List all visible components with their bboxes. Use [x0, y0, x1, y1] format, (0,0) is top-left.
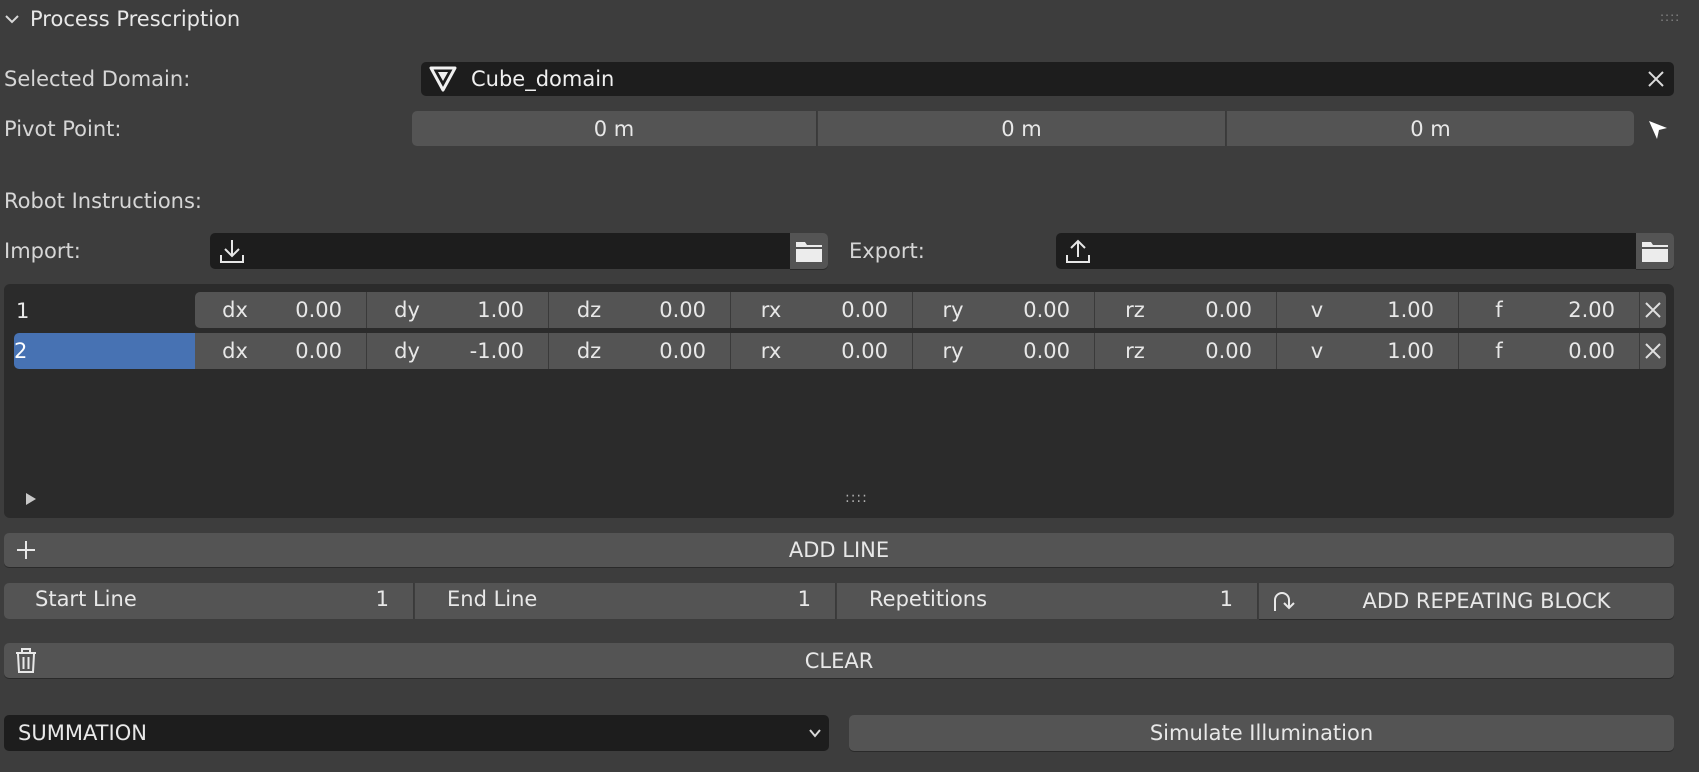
column-label: dy [394, 339, 420, 363]
cursor-arrow-icon[interactable] [1646, 118, 1670, 142]
panel-header[interactable]: Process Prescription :::: [0, 2, 1699, 36]
column-label: dz [576, 339, 602, 363]
column-label: dz [576, 298, 602, 322]
add-repeating-block-button[interactable]: ADD REPEATING BLOCK [1259, 583, 1674, 619]
drag-handle-icon[interactable]: :::: [1660, 10, 1680, 24]
repetitions-label: Repetitions [869, 587, 988, 611]
end-line-field[interactable]: End Line 1 [415, 583, 836, 619]
cell-rz[interactable]: rz 0.00 [1095, 292, 1277, 328]
add-repeating-block-label: ADD REPEATING BLOCK [1362, 589, 1611, 613]
list-resize-grip[interactable]: :::: [845, 490, 868, 506]
loop-arrow-icon [1274, 592, 1295, 611]
add-line-button[interactable]: ADD LINE [4, 533, 1674, 567]
mode-value: SUMMATION [18, 721, 147, 745]
pivot-point-label: Pivot Point: [4, 117, 122, 141]
column-label: rx [760, 339, 782, 363]
remove-row-button[interactable] [1640, 333, 1666, 369]
clear-button[interactable]: CLEAR [4, 643, 1674, 678]
pivot-y-field[interactable]: 0 m [818, 111, 1226, 146]
cell-v[interactable]: v 1.00 [1277, 292, 1459, 328]
close-icon [1645, 302, 1661, 318]
robot-instructions-label: Robot Instructions: [4, 189, 202, 213]
cell-dx[interactable]: dx 0.00 [195, 292, 367, 328]
row-index-selected[interactable]: 2 [14, 333, 195, 369]
column-label: ry [942, 339, 964, 363]
row-index: 2 [14, 339, 28, 363]
remove-row-button[interactable] [1640, 292, 1666, 328]
table-row[interactable]: dx 0.00 dy 1.00 dz 0.00 rx 0.00 ry 0.00 rz 0.0… [195, 292, 1666, 328]
download-icon [220, 240, 244, 263]
column-label: rz [1125, 298, 1145, 322]
pivot-z-field[interactable]: 0 m [1227, 111, 1634, 146]
play-icon[interactable] [24, 492, 38, 506]
column-label: dx [222, 298, 248, 322]
pivot-x-field[interactable]: 0 m [412, 111, 817, 146]
cell-dz[interactable]: dz 0.00 [549, 333, 731, 369]
selected-domain-label: Selected Domain: [4, 67, 191, 91]
export-path-field[interactable] [1056, 233, 1636, 269]
clear-label: CLEAR [804, 648, 874, 673]
export-label: Export: [849, 239, 925, 263]
cell-ry[interactable]: ry 0.00 [913, 333, 1095, 369]
add-line-label: ADD LINE [788, 538, 890, 562]
folder-icon [1642, 242, 1668, 262]
cell-v[interactable]: v 1.00 [1277, 333, 1459, 369]
cell-dy[interactable]: dy 1.00 [367, 292, 549, 328]
start-line-field[interactable]: Start Line 1 [4, 583, 414, 619]
simulate-illumination-button[interactable]: Simulate Illumination [849, 715, 1674, 751]
mesh-triangle-icon [429, 66, 457, 92]
column-label: v [1310, 339, 1324, 363]
row-index[interactable]: 1 [16, 296, 29, 326]
start-line-label: Start Line [35, 587, 137, 611]
export-folder-button[interactable] [1636, 233, 1674, 269]
cell-ry[interactable]: ry 0.00 [913, 292, 1095, 328]
repetitions-value: 1 [1219, 587, 1233, 611]
close-icon [1645, 343, 1661, 359]
table-row[interactable]: dx 0.00 dy -1.00 dz 0.00 rx 0.00 ry 0.00 rz 0.… [195, 333, 1666, 369]
domain-value: Cube_domain [471, 67, 615, 91]
cell-rz[interactable]: rz 0.00 [1095, 333, 1277, 369]
column-label: dy [394, 298, 420, 322]
repetitions-field[interactable]: Repetitions 1 [837, 583, 1258, 619]
column-label: f [1495, 298, 1503, 322]
cell-dz[interactable]: dz 0.00 [549, 292, 731, 328]
folder-icon [796, 242, 822, 262]
end-line-value: 1 [797, 587, 811, 611]
import-label: Import: [4, 239, 81, 263]
end-line-label: End Line [447, 587, 538, 611]
import-path-field[interactable] [210, 233, 790, 269]
column-label: rz [1125, 339, 1145, 363]
chevron-down-icon[interactable] [4, 13, 20, 25]
upload-icon [1066, 239, 1090, 263]
cell-f[interactable]: f 2.00 [1459, 292, 1640, 328]
mode-dropdown[interactable]: SUMMATION [4, 715, 829, 751]
trash-icon [16, 648, 36, 673]
start-line-value: 1 [375, 587, 389, 611]
column-label: f [1495, 339, 1503, 363]
domain-field[interactable]: Cube_domain [421, 62, 1674, 96]
column-label: v [1310, 298, 1324, 322]
panel-title: Process Prescription [30, 7, 241, 31]
column-label: rx [760, 298, 782, 322]
column-label: ry [942, 298, 964, 322]
cell-f[interactable]: f 0.00 [1459, 333, 1640, 369]
column-label: dx [222, 339, 248, 363]
cell-dx[interactable]: dx 0.00 [195, 333, 367, 369]
cell-rx[interactable]: rx 0.00 [731, 333, 913, 369]
chevron-down-icon [809, 729, 821, 738]
cell-rx[interactable]: rx 0.00 [731, 292, 913, 328]
cell-dy[interactable]: dy -1.00 [367, 333, 549, 369]
import-folder-button[interactable] [790, 233, 828, 269]
close-icon[interactable] [1647, 70, 1665, 88]
plus-icon [17, 541, 35, 559]
